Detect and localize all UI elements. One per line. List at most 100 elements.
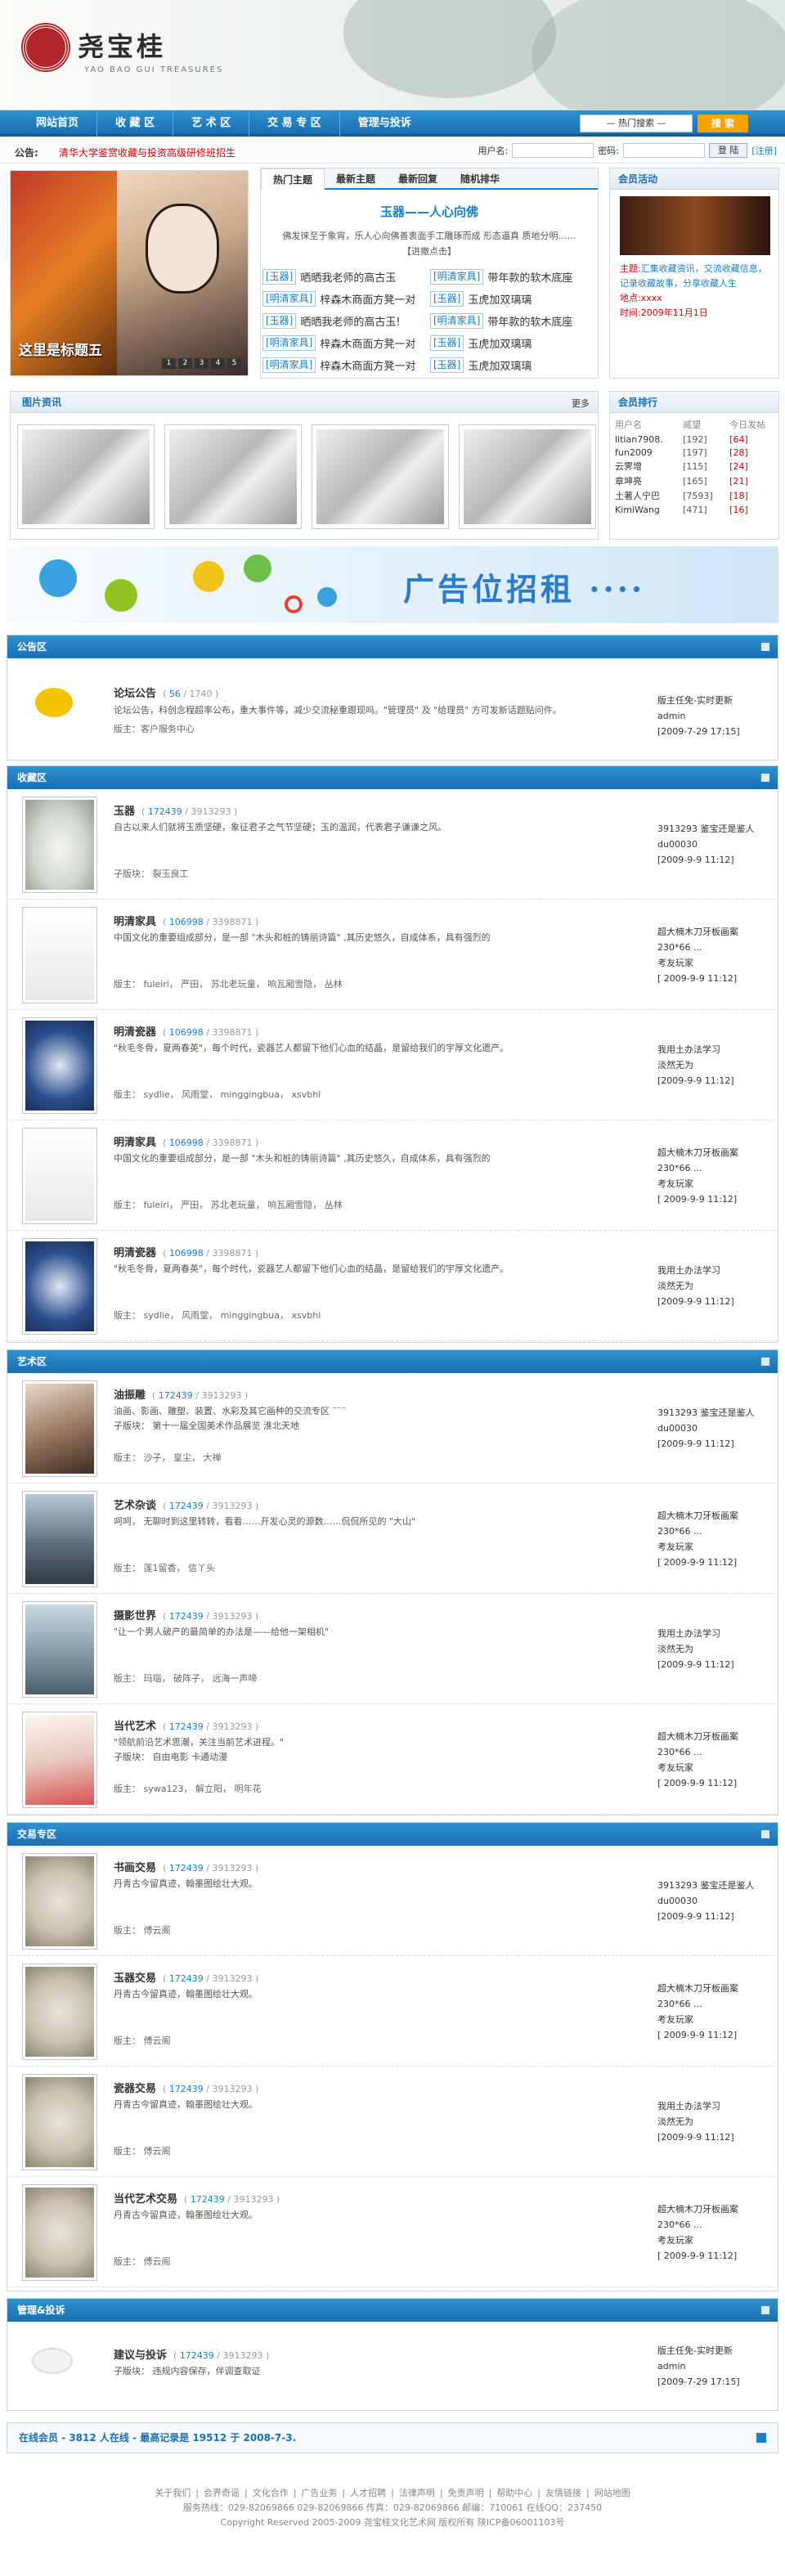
hot-item-title[interactable]: 梓森木商面方凳一对 [320,291,415,307]
last-post[interactable]: 超大楠木刀牙板画案 230*66 ... 考友玩家[ 2009-9-9 11:12] [657,1145,772,1207]
hot-item[interactable]: [玉器] 晒晒我老师的高古玉 [262,266,430,288]
nav-home[interactable]: 网站首页 [18,110,98,137]
footer-link[interactable]: 友情链接 [545,2488,581,2498]
forum-name[interactable]: 油振雕( 172439 / 3913293 ) [114,1386,248,1402]
last-post-line[interactable]: du00030 [657,1893,772,1909]
hot-item[interactable]: [玉器] 玉虎加双璃璃 [430,288,598,310]
photo-item[interactable] [459,424,596,529]
last-post-line[interactable]: 我用土办法学习 [657,2098,772,2114]
forum-title[interactable]: 当代艺术 [114,1721,156,1733]
forum-title[interactable]: 明清瓷器 [114,1026,156,1039]
last-post-line[interactable]: 考友玩家 [657,1539,772,1555]
collapse-icon[interactable] [761,1830,769,1838]
forum-name[interactable]: 书画交易( 172439 / 3913293 ) [114,1859,258,1874]
pager-3[interactable]: 3 [195,358,209,369]
collapse-icon[interactable] [761,643,769,651]
last-post-line[interactable]: du00030 [657,837,772,852]
hot-item[interactable]: [明清家具] 梓森木商面方凳一对 [262,288,430,310]
forum-title[interactable]: 明清家具 [114,916,156,928]
last-post-line[interactable]: 230*66 ... [657,1996,772,2012]
last-post[interactable]: 我用土办法学习 淡然无为 [2009-9-9 11:12] [657,1042,772,1088]
forum-thumbnail[interactable] [22,1490,97,1587]
forum-thumbnail[interactable] [22,1016,97,1114]
last-post[interactable]: 我用土办法学习 淡然无为 [2009-9-9 11:12] [657,1263,772,1309]
category-tag[interactable]: [玉器] [430,291,464,307]
forum-title[interactable]: 论坛公告 [114,688,156,700]
forum-name[interactable]: 明清瓷器( 106998 / 3398871 ) [114,1244,258,1259]
nav-art[interactable]: 艺 术 区 [173,110,250,137]
last-post-line[interactable]: 淡然无为 [657,1278,772,1294]
category-tag[interactable]: [玉器] [430,357,464,373]
last-post-line[interactable]: 我用土办法学习 [657,1626,772,1641]
pager-2[interactable]: 2 [178,358,192,369]
forum-title[interactable]: 玉器交易 [114,1972,156,1985]
footer-link[interactable]: 关于我们 [155,2488,191,2498]
forum-name[interactable]: 摄影世界( 172439 / 3913293 ) [114,1607,258,1622]
hot-item[interactable]: [玉器] 晒晒我老师的高古玉! [262,310,430,332]
hot-item-title[interactable]: 梓森木商面方凳一对 [320,357,415,373]
collapse-icon[interactable] [761,2306,769,2314]
category-tag[interactable]: [明清家具] [430,313,484,329]
register-link[interactable]: [注册] [751,144,777,157]
category-tag[interactable]: [玉器] [262,269,297,285]
hot-item[interactable]: [明清家具] 梓森木商面方凳一对 [262,354,430,376]
featured-slideshow[interactable]: 这里是标题五 1 2 3 4 5 [10,170,249,376]
last-post-title[interactable]: 版主任免-实时更新 [657,2343,772,2358]
hot-item-title[interactable]: 梓森木商面方凳一对 [320,335,415,351]
collapse-icon[interactable] [761,774,769,782]
forum-thumbnail[interactable] [22,1237,97,1335]
search-button[interactable]: 搜 索 [698,114,748,132]
category-tag[interactable]: [明清家具] [430,269,484,285]
hot-item-title[interactable]: 晒晒我老师的高古玉 [300,269,396,285]
forum-title[interactable]: 油振雕 [114,1389,146,1402]
topic-text[interactable]: 汇集收藏资讯，交流收藏信息，记录收藏故事，分享收藏人生 [620,263,767,289]
last-post-author[interactable]: admin [657,2358,772,2374]
tab-new[interactable]: 最新主题 [325,168,387,190]
forum-title[interactable]: 当代艺术交易 [114,2193,177,2206]
username-input[interactable] [512,143,594,158]
forum-title[interactable]: 书画交易 [114,1862,156,1874]
pager-4[interactable]: 4 [211,358,225,369]
pager-1[interactable]: 1 [162,358,176,369]
hot-item-title[interactable]: 玉虎加双璃璃 [468,357,532,373]
tab-hot[interactable]: 热门主题 [261,168,325,190]
category-tag[interactable]: [玉器] [262,313,297,329]
forum-title[interactable]: 摄影世界 [114,1610,156,1622]
forum-title[interactable]: 瓷器交易 [114,2083,156,2095]
last-post-line[interactable]: 超大楠木刀牙板画案 [657,1508,772,1524]
forum-thumbnail[interactable] [22,796,97,893]
footer-link[interactable]: 帮助中心 [496,2488,532,2498]
logo-seal-icon[interactable] [23,25,69,70]
hot-item-title[interactable]: 晒晒我老师的高古玉! [300,313,400,329]
forum-title[interactable]: 玉器 [114,806,135,818]
last-post[interactable]: 版主任免-实时更新 admin [2009-7-29 17:15] [657,693,772,739]
featured-caption[interactable]: 这里是标题五 [19,339,102,359]
forum-thumbnail[interactable] [22,2073,97,2170]
footer-link[interactable]: 人才招聘 [350,2488,386,2498]
forum-name[interactable]: 明清瓷器( 106998 / 3398871 ) [114,1023,258,1039]
nav-manage[interactable]: 管理与投诉 [340,110,429,137]
photo-item[interactable] [312,424,449,529]
last-post[interactable]: 我用土办法学习 淡然无为 [2009-9-9 11:12] [657,1626,772,1672]
forum-title[interactable]: 艺术杂谈 [114,1500,156,1512]
last-post[interactable]: 超大楠木刀牙板画案 230*66 ... 考友玩家[ 2009-9-9 11:12] [657,924,772,986]
last-post[interactable]: 超大楠木刀牙板画案 230*66 ... 考友玩家[ 2009-9-9 11:12] [657,1729,772,1791]
last-post-line[interactable]: 230*66 ... [657,2217,772,2233]
last-post-line[interactable]: 230*66 ... [657,1160,772,1176]
footer-link[interactable]: 广告业务 [301,2488,337,2498]
last-post-line[interactable]: 超大楠木刀牙板画案 [657,1145,772,1160]
last-post[interactable]: 3913293 鉴宝还是鉴人 du00030 [2009-9-9 11:12] [657,1405,772,1452]
hot-item-title[interactable]: 玉虎加双璃璃 [468,291,532,307]
last-post-line[interactable]: 3913293 鉴宝还是鉴人 [657,1878,772,1893]
hot-item[interactable]: [明清家具] 带年款的软木底座 [430,310,598,332]
forum-name[interactable]: 论坛公告( 56 / 1740 ) [114,684,218,700]
last-post-line[interactable]: du00030 [657,1420,772,1436]
forum-name[interactable]: 艺术杂谈( 172439 / 3913293 ) [114,1497,258,1512]
forum-thumbnail[interactable] [22,2183,97,2281]
last-post[interactable]: 超大楠木刀牙板画案 230*66 ... 考友玩家[ 2009-9-9 11:12] [657,2201,772,2264]
collapse-icon[interactable] [761,1358,769,1366]
tab-random[interactable]: 随机排华 [449,168,511,190]
last-post-line[interactable]: 考友玩家 [657,1760,772,1775]
rank-username[interactable]: 土著人宁巴 [610,488,678,503]
rank-username[interactable]: fun2009 [610,446,678,459]
